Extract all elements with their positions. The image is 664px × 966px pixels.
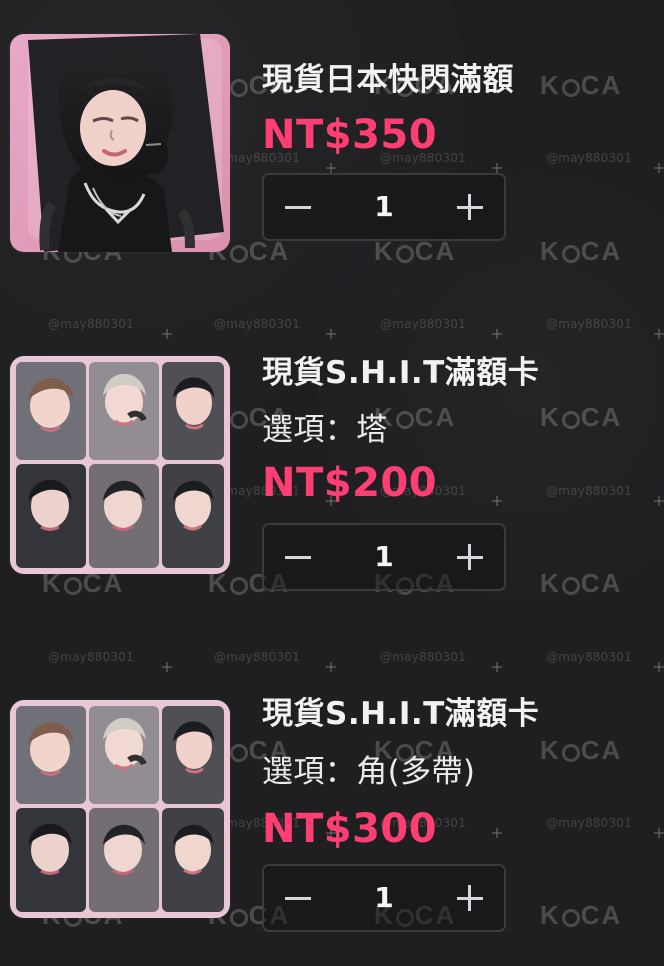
increase-quantity-button[interactable] — [442, 525, 498, 589]
item-price: NT$350 — [262, 112, 438, 158]
photocard-image — [10, 34, 230, 252]
quantity-stepper: 1 — [262, 173, 506, 241]
item-price: NT$300 — [262, 806, 438, 852]
sparkle-icon — [492, 662, 502, 672]
item-title: 現貨日本快閃滿額 — [262, 62, 514, 98]
cart-page: @may880301 @may880301 @may880301 @may880… — [0, 0, 664, 966]
photocard-image[interactable] — [10, 34, 230, 252]
watermark-handle: @may880301 — [48, 650, 134, 664]
item-title: 現貨S.H.I.T滿額卡 — [262, 696, 540, 732]
watermark-handle: @may880301 — [546, 317, 632, 331]
item-option: 選項：塔 — [262, 412, 388, 448]
item-price: NT$200 — [262, 460, 438, 506]
sparkle-icon — [326, 662, 336, 672]
increase-quantity-button[interactable] — [442, 175, 498, 239]
watermark-handle: @may880301 — [214, 317, 300, 331]
watermark-handle: @may880301 — [214, 650, 300, 664]
sparkle-icon — [654, 662, 664, 672]
sparkle-icon — [492, 329, 502, 339]
photocard-set-image — [10, 356, 230, 574]
item-option: 選項：角(多帶) — [262, 754, 476, 790]
photocard-set-image[interactable] — [10, 700, 230, 918]
sparkle-icon — [162, 329, 172, 339]
sparkle-icon — [654, 329, 664, 339]
sparkle-icon — [326, 329, 336, 339]
item-title: 現貨S.H.I.T滿額卡 — [262, 355, 540, 391]
photocard-set-image[interactable] — [10, 356, 230, 574]
cart-item: 現貨日本快閃滿額 NT$350 1 — [0, 34, 664, 264]
quantity-stepper: 1 — [262, 864, 506, 932]
increase-quantity-button[interactable] — [442, 866, 498, 930]
photocard-set-image — [10, 700, 230, 918]
watermark-handle: @may880301 — [48, 317, 134, 331]
watermark-handle: @may880301 — [380, 317, 466, 331]
quantity-stepper: 1 — [262, 523, 506, 591]
cart-item: 現貨S.H.I.T滿額卡 選項：角(多帶) NT$300 1 — [0, 696, 664, 932]
cart-item: 現貨S.H.I.T滿額卡 選項：塔 NT$200 1 — [0, 355, 664, 591]
sparkle-icon — [162, 662, 172, 672]
watermark-handle: @may880301 — [546, 650, 632, 664]
watermark-handle: @may880301 — [380, 650, 466, 664]
